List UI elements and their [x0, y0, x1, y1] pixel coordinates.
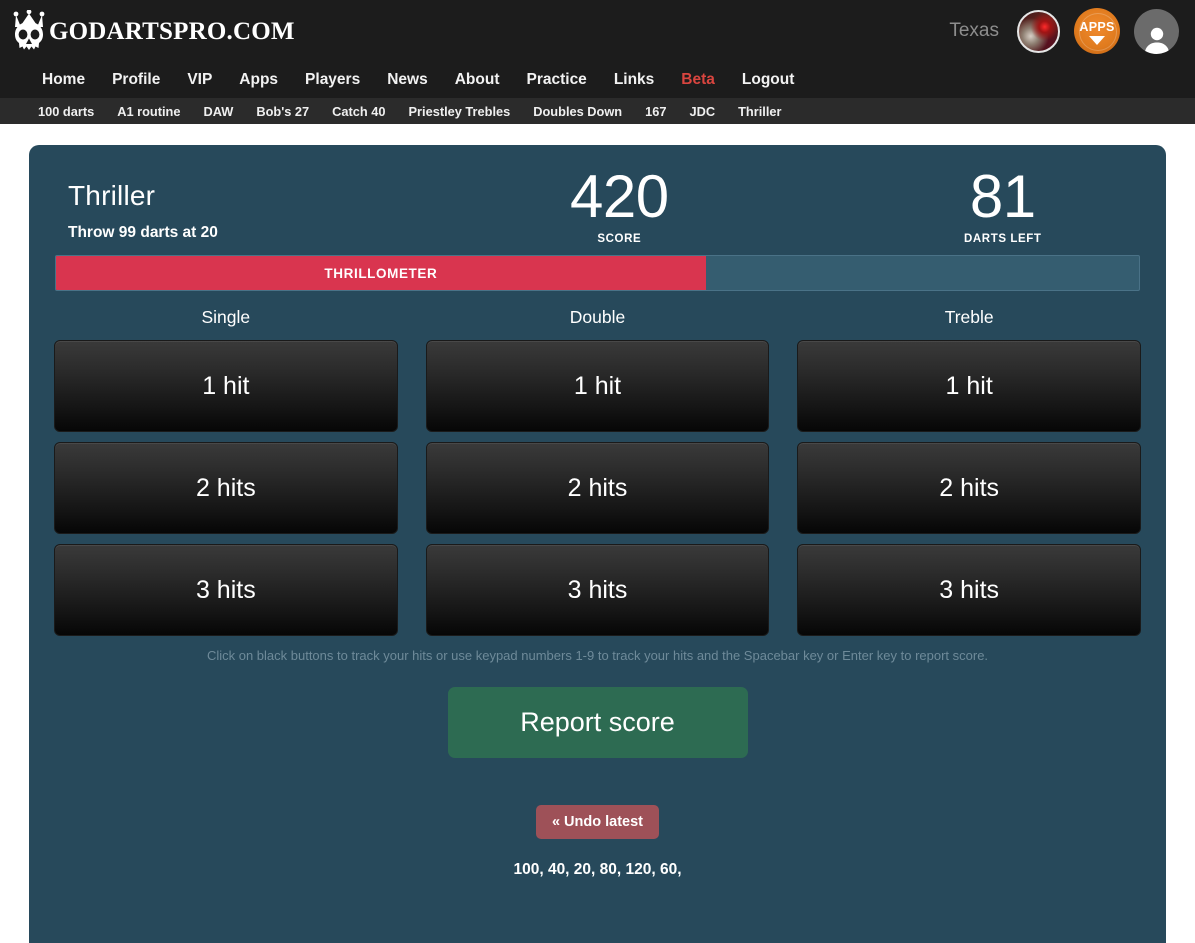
nav-item-players[interactable]: Players — [305, 71, 360, 89]
subnav-item-a1-routine[interactable]: A1 routine — [117, 104, 180, 119]
double-2-hits-button[interactable]: 2 hits — [425, 442, 770, 534]
double-3-hits-button[interactable]: 3 hits — [425, 544, 770, 636]
page-title: Thriller — [68, 180, 156, 211]
darts-left-value: 81 — [969, 163, 1036, 230]
score-stat: 420 SCORE — [570, 163, 669, 246]
single-3-hits-button[interactable]: 3 hits — [54, 544, 398, 636]
main-navigation: Home Profile VIP Apps Players News About… — [0, 62, 1195, 98]
subnav-item-doubles-down[interactable]: Doubles Down — [533, 104, 622, 119]
darts-left-label: DARTS LEFT — [964, 233, 1042, 245]
nav-item-vip[interactable]: VIP — [187, 71, 212, 89]
apps-badge-label: APPS — [1079, 20, 1115, 35]
user-avatar-button[interactable] — [1134, 8, 1179, 54]
brand-logo[interactable]: GODARTSPRO.COM — [12, 10, 295, 52]
report-score-container: Report score — [54, 687, 1141, 758]
user-silhouette-icon — [1144, 27, 1169, 54]
undo-latest-button[interactable]: « Undo latest — [535, 805, 660, 839]
score-value: 420 — [570, 163, 669, 230]
subnav-item-bobs-27[interactable]: Bob's 27 — [256, 104, 309, 119]
darts-left-stat: 81 DARTS LEFT — [964, 163, 1042, 246]
column-treble: Treble 1 hit 2 hits 3 hits — [797, 307, 1142, 646]
top-right-controls: Texas APPS — [949, 8, 1179, 54]
nav-item-profile[interactable]: Profile — [112, 71, 160, 89]
score-label: SCORE — [597, 233, 642, 245]
treble-2-hits-button[interactable]: 2 hits — [797, 442, 1142, 534]
hit-columns: Single 1 hit 2 hits 3 hits Double 1 hit … — [54, 307, 1142, 646]
subnav-item-thriller[interactable]: Thriller — [738, 104, 781, 119]
treble-1-hit-button[interactable]: 1 hit — [797, 340, 1142, 432]
game-info: Thriller Throw 99 darts at 20 — [54, 173, 218, 242]
nav-item-practice[interactable]: Practice — [526, 71, 586, 89]
game-subtitle: Throw 99 darts at 20 — [68, 223, 218, 241]
subnav-item-daw[interactable]: DAW — [203, 104, 233, 119]
column-heading-single: Single — [201, 307, 251, 327]
subnav-item-catch-40[interactable]: Catch 40 — [332, 104, 385, 119]
column-single: Single 1 hit 2 hits 3 hits — [54, 307, 398, 646]
player-photo-avatar[interactable] — [1017, 9, 1060, 53]
subnav-item-100-darts[interactable]: 100 darts — [38, 104, 94, 119]
game-panel: Thriller Throw 99 darts at 20 420 SCORE … — [29, 145, 1166, 943]
nav-item-apps[interactable]: Apps — [239, 71, 278, 89]
column-heading-double: Double — [569, 307, 626, 327]
thrillometer-progress-bar: THRILLOMETER — [55, 255, 1140, 291]
instructions-text: Click on black buttons to track your hit… — [206, 648, 989, 663]
report-score-button[interactable]: Report score — [447, 687, 748, 758]
sub-navigation: 100 darts A1 routine DAW Bob's 27 Catch … — [0, 98, 1195, 124]
page-body: Thriller Throw 99 darts at 20 420 SCORE … — [0, 124, 1195, 943]
thrillometer-fill: THRILLOMETER — [56, 256, 706, 290]
nav-item-beta[interactable]: Beta — [681, 71, 715, 89]
subnav-item-priestley-trebles[interactable]: Priestley Trebles — [409, 104, 511, 119]
apps-badge-button[interactable]: APPS — [1074, 8, 1120, 54]
subnav-item-167[interactable]: 167 — [645, 104, 666, 119]
column-heading-treble: Treble — [944, 307, 994, 327]
thrillometer-label: THRILLOMETER — [324, 265, 438, 281]
nav-item-home[interactable]: Home — [42, 71, 85, 89]
single-2-hits-button[interactable]: 2 hits — [54, 442, 398, 534]
nav-item-news[interactable]: News — [387, 71, 428, 89]
treble-3-hits-button[interactable]: 3 hits — [797, 544, 1142, 636]
undo-container: « Undo latest — [54, 805, 1141, 839]
chevron-down-icon — [1089, 35, 1105, 45]
subnav-item-jdc[interactable]: JDC — [689, 104, 715, 119]
brand-name: GODARTSPRO.COM — [49, 17, 295, 45]
nav-item-links[interactable]: Links — [614, 71, 654, 89]
top-bar: GODARTSPRO.COM Texas APPS — [0, 0, 1195, 62]
player-name: Texas — [949, 20, 999, 41]
double-1-hit-button[interactable]: 1 hit — [425, 340, 770, 432]
column-double: Double 1 hit 2 hits 3 hits — [425, 307, 770, 646]
score-history: 100, 40, 20, 80, 120, 60, — [513, 861, 682, 878]
single-1-hit-button[interactable]: 1 hit — [54, 340, 398, 432]
game-header: Thriller Throw 99 darts at 20 420 SCORE … — [54, 167, 1141, 255]
crowned-skull-icon — [13, 10, 45, 50]
nav-item-about[interactable]: About — [455, 71, 500, 89]
nav-item-logout[interactable]: Logout — [742, 71, 795, 89]
